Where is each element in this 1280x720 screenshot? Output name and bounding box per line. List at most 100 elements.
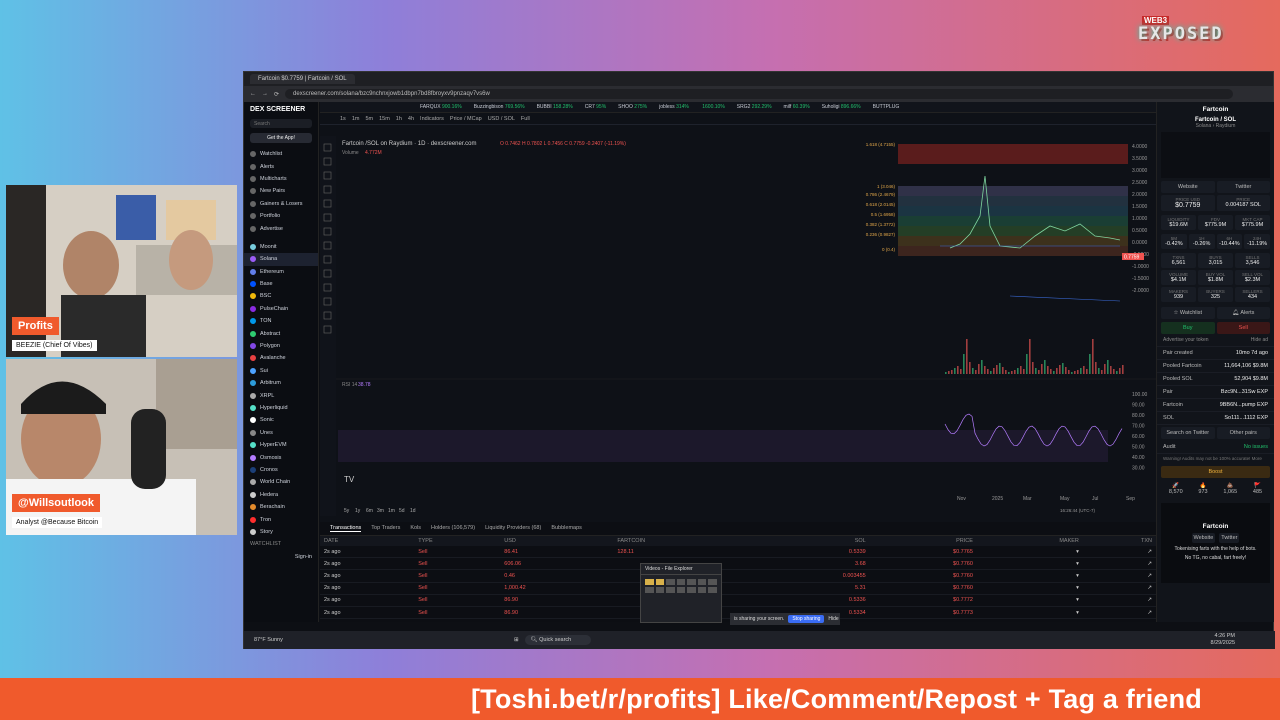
hide-share-button[interactable]: Hide: [828, 616, 838, 622]
sidebar-item-multicharts[interactable]: Multicharts: [244, 173, 318, 185]
sidebar-item-watchlist[interactable]: Watchlist: [244, 148, 318, 160]
tab-kols[interactable]: Kols: [410, 525, 421, 532]
tab-top[interactable]: Top Traders: [371, 525, 400, 532]
search-twitter-button[interactable]: Search on Twitter: [1161, 427, 1215, 439]
external-link-icon[interactable]: ↗: [1147, 573, 1152, 579]
reaction-button[interactable]: 🚀 8,570: [1169, 483, 1183, 495]
chain-item-tron[interactable]: Tron: [244, 513, 318, 525]
external-link-icon[interactable]: ↗: [1147, 585, 1152, 591]
table-row[interactable]: 2s ago Sell 606.06 3.68 $0.7760 ▾ ↗: [320, 557, 1156, 571]
chain-item-arbitrum[interactable]: Arbitrum: [244, 377, 318, 389]
range-button-1y[interactable]: 1y: [355, 508, 361, 514]
table-row[interactable]: 2s ago Sell 86.41 128.11 0.5339 $0.7765 ▾ ↗: [320, 546, 1156, 559]
sidebar-item-advertise[interactable]: Advertise: [244, 222, 318, 234]
ticker-item[interactable]: BUTTPLUG: [873, 104, 900, 110]
chain-item-berachain[interactable]: Berachain: [244, 501, 318, 513]
maker-cell[interactable]: ▾: [976, 546, 1083, 559]
interval-1m[interactable]: 1m: [352, 116, 360, 122]
buy-button[interactable]: Buy: [1161, 322, 1215, 334]
hide-ad-link[interactable]: Hide ad: [1251, 337, 1268, 343]
back-icon[interactable]: ←: [250, 91, 256, 97]
alerts-button[interactable]: 🔔︎ Alerts: [1216, 307, 1270, 319]
chain-item-sonic[interactable]: Sonic: [244, 414, 318, 426]
get-app-button[interactable]: Get the App!: [250, 133, 312, 143]
chain-item-ethereum[interactable]: Ethereum: [244, 266, 318, 278]
ticker-item[interactable]: jobless 314%: [659, 104, 689, 110]
stop-sharing-button[interactable]: Stop sharing: [788, 615, 825, 623]
txn-cell[interactable]: ↗: [1082, 569, 1156, 583]
weather-widget[interactable]: 87°F Sunny: [244, 637, 304, 643]
maker-cell[interactable]: ▾: [976, 569, 1083, 583]
change-card[interactable]: 24H -11.19%: [1244, 234, 1270, 249]
change-card[interactable]: 5M -0.42%: [1161, 234, 1187, 249]
browser-tab[interactable]: Fartcoin $0.7759 | Fartcoin / SOL: [250, 74, 355, 84]
column-header[interactable]: USD: [500, 536, 614, 546]
table-row[interactable]: 2s ago Sell 1,000.42 5.31 $0.7760 ▾ ↗: [320, 582, 1156, 595]
column-header[interactable]: TYPE: [414, 536, 501, 546]
chain-item-pulsechain[interactable]: PulseChain: [244, 303, 318, 315]
chain-item-bsc[interactable]: BSC: [244, 290, 318, 302]
range-button-1m[interactable]: 1m: [388, 508, 395, 514]
price-chart[interactable]: Fartcoin /SOL on Raydium · 1D · dexscree…: [320, 136, 1156, 516]
toolbar-indicators[interactable]: Indicators: [420, 116, 444, 122]
sidebar-search-input[interactable]: Search: [250, 119, 312, 128]
forward-icon[interactable]: →: [262, 91, 268, 97]
column-header[interactable]: MAKER: [976, 536, 1083, 546]
maker-cell[interactable]: ▾: [976, 557, 1083, 571]
range-button-5d[interactable]: 5d: [399, 508, 405, 514]
chain-item-story[interactable]: Story: [244, 526, 318, 538]
external-link-icon[interactable]: ↗: [1147, 561, 1152, 567]
taskbar-clock[interactable]: 4:26 PM 8/29/2025: [1211, 633, 1275, 647]
column-header[interactable]: PRICE: [869, 536, 977, 546]
interval-5m[interactable]: 5m: [365, 116, 373, 122]
maker-filter-icon[interactable]: ▾: [1076, 549, 1079, 555]
sidebar-item-new-pairs[interactable]: New Pairs: [244, 185, 318, 197]
advertise-link[interactable]: Advertise your token: [1163, 337, 1209, 343]
website-button[interactable]: Website: [1161, 181, 1215, 193]
ticker-item[interactable]: 1600.10%: [701, 104, 725, 110]
range-button-1d[interactable]: 1d: [410, 508, 416, 514]
chain-item-base[interactable]: Base: [244, 278, 318, 290]
external-link-icon[interactable]: ↗: [1147, 610, 1152, 616]
ticker-item[interactable]: SRG2 292.29%: [737, 104, 772, 110]
dexscreener-brand[interactable]: DEX SCREENER: [244, 102, 318, 117]
maker-filter-icon[interactable]: ▾: [1076, 610, 1079, 616]
chain-item-solana[interactable]: Solana: [244, 253, 318, 266]
sidebar-item-portfolio[interactable]: Portfolio: [244, 210, 318, 222]
info-value[interactable]: 9BB6N...pump EXP: [1220, 402, 1268, 408]
column-header[interactable]: DATE: [320, 536, 415, 546]
chain-item-sui[interactable]: Sui: [244, 365, 318, 377]
footer-twitter-button[interactable]: Twitter: [1219, 533, 1240, 543]
toolbar-price-mcap[interactable]: Price / MCap: [450, 116, 482, 122]
windows-start-icon[interactable]: ⊞: [514, 637, 519, 643]
toolbar-full[interactable]: Full: [521, 116, 530, 122]
boost-button[interactable]: Boost: [1161, 466, 1270, 478]
table-row[interactable]: 2s ago Sell 86.90 0.5336 $0.7772 ▾ ↗: [320, 594, 1156, 607]
maker-filter-icon[interactable]: ▾: [1076, 597, 1079, 603]
tab-holders[interactable]: Holders (106,579): [431, 525, 475, 532]
reload-icon[interactable]: ⟳: [274, 91, 279, 98]
interval-1s[interactable]: 1s: [340, 116, 346, 122]
other-pairs-button[interactable]: Other pairs: [1216, 427, 1270, 439]
chain-item-moonit[interactable]: Moonit: [244, 241, 318, 253]
chain-item-hedera[interactable]: Hedera: [244, 489, 318, 501]
column-header[interactable]: FARTCOIN: [613, 536, 751, 546]
maker-filter-icon[interactable]: ▾: [1076, 585, 1079, 591]
interval-4h[interactable]: 4h: [408, 116, 414, 122]
range-button-6m[interactable]: 6m: [366, 508, 373, 514]
chain-item-polygon[interactable]: Polygon: [244, 340, 318, 352]
ticker-item[interactable]: Suholigi 896.66%: [822, 104, 861, 110]
footer-website-button[interactable]: Website: [1191, 533, 1216, 543]
chain-item-hyperliquid[interactable]: Hyperliquid: [244, 402, 318, 414]
ticker-item[interactable]: BUBBI 158.28%: [537, 104, 573, 110]
ticker-item[interactable]: milf 60.39%: [784, 104, 810, 110]
chain-item-ton[interactable]: TON: [244, 315, 318, 327]
txn-cell[interactable]: ↗: [1082, 546, 1156, 559]
txn-cell[interactable]: ↗: [1082, 606, 1156, 620]
change-card[interactable]: 1H -0.26%: [1188, 234, 1215, 249]
txn-cell[interactable]: ↗: [1082, 594, 1156, 607]
chain-item-osmosis[interactable]: Osmosis: [244, 451, 318, 463]
external-link-icon[interactable]: ↗: [1147, 597, 1152, 603]
interval-1h[interactable]: 1h: [396, 116, 402, 122]
reaction-button[interactable]: 💩 1,065: [1223, 483, 1237, 495]
